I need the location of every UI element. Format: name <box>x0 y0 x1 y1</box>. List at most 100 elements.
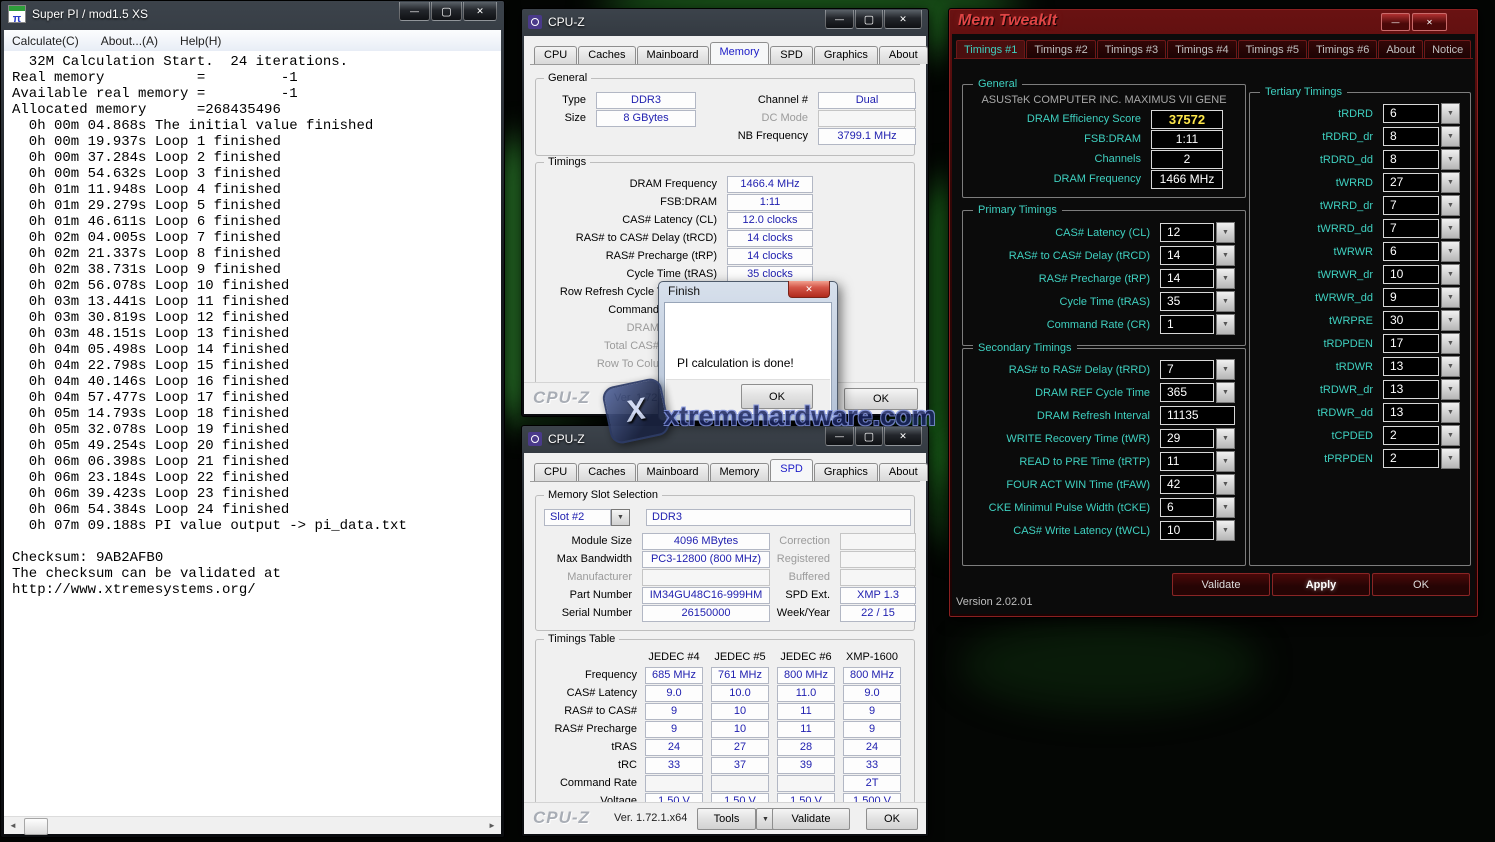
dropdown-arrow-button[interactable] <box>1216 497 1235 518</box>
tab-spd[interactable]: SPD <box>770 459 813 481</box>
minimize-button[interactable] <box>399 2 430 21</box>
dropdown-arrow-button[interactable] <box>1216 474 1235 495</box>
minimize-button[interactable] <box>825 427 854 446</box>
tab-timings-4[interactable]: Timings #4 <box>1167 40 1236 59</box>
tab-cpu[interactable]: CPU <box>534 463 577 481</box>
mt-field-value[interactable]: 8 <box>1383 150 1439 169</box>
mt-field-value[interactable]: 30 <box>1383 311 1439 330</box>
scroll-left-button[interactable] <box>5 818 21 833</box>
mt-field-value[interactable]: 13 <box>1383 357 1439 376</box>
mt-field-value[interactable]: 6 <box>1160 498 1214 517</box>
dropdown-arrow-button[interactable] <box>1216 428 1235 449</box>
mt-field-value[interactable]: 11 <box>1160 452 1214 471</box>
tab-timings-5[interactable]: Timings #5 <box>1238 40 1307 59</box>
dropdown-arrow-button[interactable] <box>1441 379 1460 400</box>
tab-timings-1[interactable]: Timings #1 <box>956 40 1025 59</box>
tab-timings-2[interactable]: Timings #2 <box>1026 40 1095 59</box>
tab-about[interactable]: About <box>879 463 928 481</box>
dropdown-arrow-button[interactable] <box>1441 241 1460 262</box>
mt-field-value[interactable]: 365 <box>1160 383 1214 402</box>
dropdown-arrow-button[interactable] <box>1441 149 1460 170</box>
maximize-button[interactable] <box>855 427 883 446</box>
dropdown-arrow-button[interactable] <box>1441 287 1460 308</box>
tab-notice[interactable]: Notice <box>1424 40 1471 59</box>
dropdown-arrow-button[interactable] <box>1441 448 1460 469</box>
tab-memory[interactable]: Memory <box>710 463 770 481</box>
dropdown-arrow-button[interactable] <box>1441 126 1460 147</box>
dropdown-arrow-button[interactable] <box>1216 245 1235 266</box>
minimize-button[interactable] <box>1381 13 1410 31</box>
tab-caches[interactable]: Caches <box>578 46 635 64</box>
tab-graphics[interactable]: Graphics <box>814 463 878 481</box>
ok-button[interactable]: OK <box>741 384 813 409</box>
mt-field-value[interactable]: 29 <box>1160 429 1214 448</box>
mt-field-value[interactable]: 6 <box>1383 104 1439 123</box>
mt-field-value[interactable]: 10 <box>1160 521 1214 540</box>
horizontal-scrollbar[interactable] <box>4 816 501 834</box>
slot-select-arrow[interactable] <box>611 509 630 526</box>
ok-button[interactable]: OK <box>844 388 918 410</box>
mt-field-value[interactable]: 7 <box>1383 196 1439 215</box>
dropdown-arrow-button[interactable] <box>1216 291 1235 312</box>
mt-field-value[interactable]: 13 <box>1383 380 1439 399</box>
dropdown-arrow-button[interactable] <box>1441 425 1460 446</box>
mt-field-value[interactable]: 14 <box>1160 269 1214 288</box>
dropdown-arrow-button[interactable] <box>1441 333 1460 354</box>
dropdown-arrow-button[interactable] <box>1216 359 1235 380</box>
tab-graphics[interactable]: Graphics <box>814 46 878 64</box>
mt-field-value[interactable]: 9 <box>1383 288 1439 307</box>
mt-field-value[interactable]: 7 <box>1383 219 1439 238</box>
menu-item-abouta[interactable]: About...(A) <box>101 34 158 48</box>
mt-field-value[interactable]: 1 <box>1160 315 1214 334</box>
close-button[interactable] <box>788 281 830 298</box>
dropdown-arrow-button[interactable] <box>1216 314 1235 335</box>
ok-button[interactable]: OK <box>866 808 918 830</box>
dropdown-arrow-button[interactable] <box>1216 222 1235 243</box>
mt-field-value[interactable]: 10 <box>1383 265 1439 284</box>
tab-cpu[interactable]: CPU <box>534 46 577 64</box>
apply-button[interactable]: Apply <box>1272 573 1370 596</box>
dropdown-arrow-button[interactable] <box>1441 103 1460 124</box>
validate-button[interactable]: Validate <box>1172 573 1270 596</box>
tab-mainboard[interactable]: Mainboard <box>637 46 709 64</box>
mt-field-value[interactable]: 11135 <box>1160 406 1235 425</box>
slot-select[interactable]: Slot #2 <box>544 509 611 526</box>
mt-field-value[interactable]: 14 <box>1160 246 1214 265</box>
mt-field-value[interactable]: 12 <box>1160 223 1214 242</box>
mt-field-value[interactable]: 27 <box>1383 173 1439 192</box>
maximize-button[interactable] <box>855 10 883 29</box>
tab-memory[interactable]: Memory <box>710 42 770 64</box>
tab-caches[interactable]: Caches <box>578 463 635 481</box>
mt-field-value[interactable]: 35 <box>1160 292 1214 311</box>
dropdown-arrow-button[interactable] <box>1216 451 1235 472</box>
mt-field-value[interactable]: 17 <box>1383 334 1439 353</box>
menu-item-calculatec[interactable]: Calculate(C) <box>12 34 79 48</box>
mt-field-value[interactable]: 13 <box>1383 403 1439 422</box>
mt-field-value[interactable]: 6 <box>1383 242 1439 261</box>
menu-item-helph[interactable]: Help(H) <box>180 34 221 48</box>
dropdown-arrow-button[interactable] <box>1216 382 1235 403</box>
dropdown-arrow-button[interactable] <box>1441 310 1460 331</box>
close-button[interactable] <box>1412 13 1447 31</box>
close-button[interactable] <box>463 2 497 21</box>
dropdown-arrow-button[interactable] <box>1216 520 1235 541</box>
scroll-right-button[interactable] <box>484 818 500 833</box>
dropdown-arrow-button[interactable] <box>1441 402 1460 423</box>
dropdown-arrow-button[interactable] <box>1441 195 1460 216</box>
mt-field-value[interactable]: 8 <box>1383 127 1439 146</box>
mt-field-value[interactable]: 7 <box>1160 360 1214 379</box>
scroll-thumb[interactable] <box>24 818 48 835</box>
tab-mainboard[interactable]: Mainboard <box>637 463 709 481</box>
maximize-button[interactable] <box>431 2 462 21</box>
tab-timings-6[interactable]: Timings #6 <box>1308 40 1377 59</box>
mt-field-value[interactable]: 42 <box>1160 475 1214 494</box>
minimize-button[interactable] <box>825 10 854 29</box>
close-button[interactable] <box>884 10 922 29</box>
dropdown-arrow-button[interactable] <box>1441 264 1460 285</box>
tab-timings-3[interactable]: Timings #3 <box>1097 40 1166 59</box>
close-button[interactable] <box>884 427 922 446</box>
mt-field-value[interactable]: 2 <box>1383 449 1439 468</box>
tab-spd[interactable]: SPD <box>770 46 813 64</box>
tools-button[interactable]: Tools <box>697 808 756 830</box>
dropdown-arrow-button[interactable] <box>1441 218 1460 239</box>
